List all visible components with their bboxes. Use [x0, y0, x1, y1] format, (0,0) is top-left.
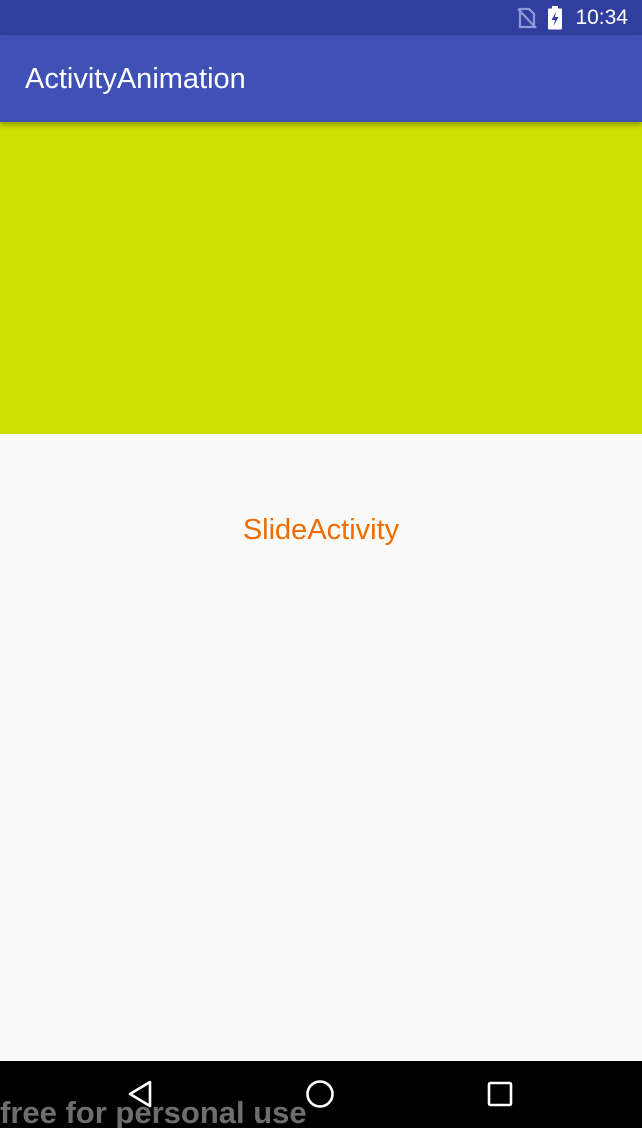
hero-color-block — [0, 122, 642, 434]
app-title: ActivityAnimation — [25, 63, 246, 95]
app-bar: ActivityAnimation — [0, 35, 642, 122]
activity-label: SlideActivity — [242, 514, 400, 546]
clock: 10:34 — [575, 5, 628, 29]
status-bar: 10:34 — [0, 0, 642, 35]
home-icon — [305, 1079, 335, 1113]
navigation-bar: free for personal use — [0, 1061, 642, 1128]
no-sim-icon — [517, 7, 538, 29]
recents-button[interactable] — [485, 1081, 515, 1111]
status-icons: 10:34 — [517, 0, 628, 35]
home-button[interactable] — [305, 1079, 335, 1113]
back-button[interactable] — [125, 1079, 155, 1113]
content-area: SlideActivity — [0, 434, 642, 1061]
battery-charging-icon — [547, 5, 563, 30]
recents-icon — [486, 1080, 514, 1112]
back-icon — [126, 1079, 154, 1113]
